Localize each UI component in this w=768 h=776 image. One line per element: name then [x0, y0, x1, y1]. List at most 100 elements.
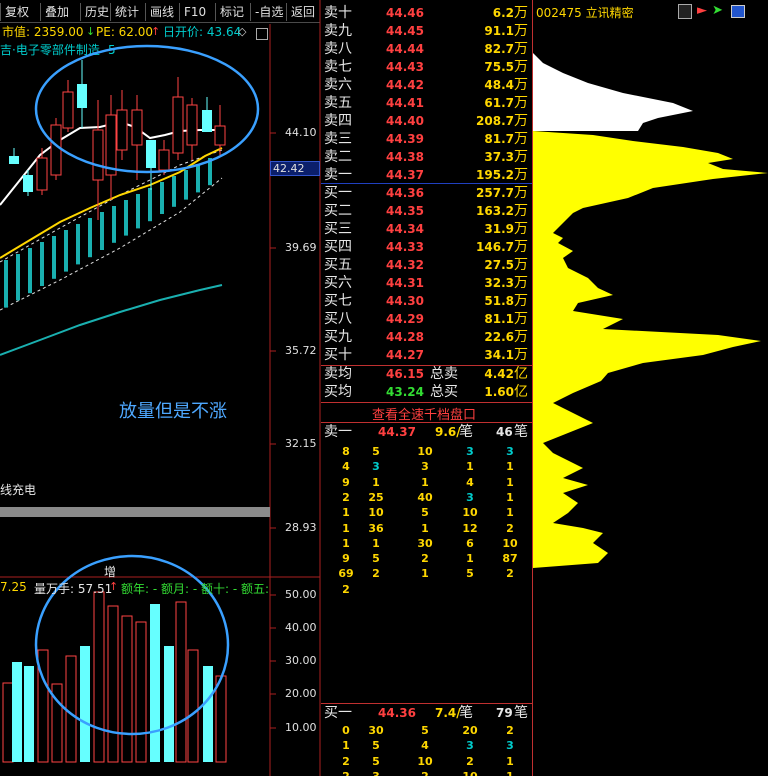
- orderbook-row[interactable]: 卖八 44.44 82.7万: [324, 40, 531, 58]
- level-price: 44.36: [386, 186, 424, 200]
- depth-profile: [533, 53, 768, 568]
- orderbook-row[interactable]: 买四 44.33 146.7万: [324, 238, 531, 256]
- orderbook-row[interactable]: 卖四 44.40 208.7万: [324, 112, 531, 130]
- queue-cell: 4: [466, 475, 474, 489]
- queue-cell: 2: [372, 567, 380, 581]
- orderbook-row[interactable]: 买一 44.36 257.7万: [324, 184, 531, 202]
- queue-cell: 1: [506, 475, 514, 489]
- orderbook-row[interactable]: 买三 44.34 31.9万: [324, 220, 531, 238]
- orderbook-row[interactable]: 卖一 44.37 195.2万: [324, 166, 531, 184]
- queue-cell: 69: [338, 567, 354, 581]
- orderbook-row[interactable]: 买六 44.31 32.3万: [324, 274, 531, 292]
- volume-bar: [24, 666, 34, 762]
- level-price: 44.30: [386, 294, 424, 308]
- level-volume: 34.1万: [484, 347, 528, 363]
- orderbook-row[interactable]: 卖九 44.45 91.1万: [324, 22, 531, 40]
- channel-hatch: [172, 176, 176, 207]
- queue-cell: 2: [506, 724, 514, 737]
- channel-hatch: [16, 254, 20, 301]
- note-icon[interactable]: [678, 4, 692, 19]
- flag-icon[interactable]: ►: [697, 3, 707, 18]
- queue-cell: 3: [361, 770, 391, 776]
- candle-body: [214, 125, 226, 146]
- level-label: 买八: [324, 311, 352, 327]
- level-volume: 257.7万: [476, 185, 528, 201]
- volume-bar: [203, 666, 213, 762]
- average-row: 卖均 46.15 总卖 4.42亿: [324, 366, 528, 382]
- volume-tick: 30.00: [285, 654, 317, 667]
- queue-cell: 1: [372, 536, 380, 550]
- level-detail-row: 买一 44.36 7.4/笔 79 笔: [324, 705, 528, 721]
- vol-up-arrow-icon: ↑: [109, 580, 119, 593]
- candle-body: [172, 96, 184, 154]
- kline-chart[interactable]: [0, 0, 322, 776]
- level-price: 44.38: [386, 150, 424, 164]
- orderbook-row[interactable]: 卖二 44.38 37.3万: [324, 148, 531, 166]
- full-depth-link[interactable]: 查看全速千档盘口: [372, 404, 476, 423]
- channel-hatch: [184, 170, 188, 200]
- orderbook-row[interactable]: 卖三 44.39 81.7万: [324, 130, 531, 148]
- level-volume: 208.7万: [476, 113, 528, 129]
- orderbook-row[interactable]: 买十 44.27 34.1万: [324, 346, 531, 364]
- level-price: 44.35: [386, 204, 424, 218]
- level-volume: 81.7万: [484, 131, 528, 147]
- queue-cell: 20: [462, 724, 478, 737]
- level-volume: 91.1万: [484, 23, 528, 39]
- channel-hatch: [160, 182, 164, 214]
- volume-bar: [121, 615, 133, 763]
- level-label: 卖五: [324, 95, 352, 111]
- arrow-icon[interactable]: ➤: [712, 3, 723, 18]
- volume-bar: [12, 662, 22, 762]
- queue-cell: 5: [421, 506, 429, 520]
- orderbook-row[interactable]: 买二 44.35 163.2万: [324, 202, 531, 220]
- queue-cell: 5: [372, 739, 380, 753]
- volume-tick: 10.00: [285, 721, 317, 734]
- orderbook-row[interactable]: 买五 44.32 27.5万: [324, 256, 531, 274]
- level-price: 44.34: [386, 222, 424, 236]
- orderbook-row[interactable]: 卖五 44.41 61.7万: [324, 94, 531, 112]
- level-price: 44.31: [386, 276, 424, 290]
- increase-tag: 增: [104, 565, 117, 579]
- level-volume: 61.7万: [484, 95, 528, 111]
- orderbook-row[interactable]: 卖七 44.43 75.5万: [324, 58, 531, 76]
- queue-cell: 10: [417, 754, 433, 768]
- screen-icon[interactable]: [731, 5, 745, 18]
- candle-body: [146, 140, 156, 168]
- queue-cell: 9: [342, 475, 350, 489]
- orderbook-row[interactable]: 买九 44.28 22.6万: [324, 328, 531, 346]
- queue-cell: 40: [417, 490, 433, 504]
- level-price: 44.39: [386, 132, 424, 146]
- channel-hatch: [88, 218, 92, 258]
- orderbook-row[interactable]: 买八 44.29 81.1万: [324, 310, 531, 328]
- level-volume: 163.2万: [476, 203, 528, 219]
- level-price: 44.41: [386, 96, 424, 110]
- queue-cell: 8: [342, 445, 350, 458]
- level-label: 卖九: [324, 23, 352, 39]
- orderbook-row[interactable]: 卖十 44.46 6.2万: [324, 4, 531, 22]
- level-label: 买五: [324, 257, 352, 273]
- level-volume: 22.6万: [484, 329, 528, 345]
- queue-cell: 2: [342, 582, 350, 596]
- queue-cell: 3: [466, 739, 474, 753]
- queue-cell: 3: [421, 460, 429, 474]
- queue-cell: 1: [342, 506, 350, 520]
- queue-cell: 5: [421, 724, 429, 737]
- candle-body: [92, 129, 104, 181]
- queue-cell: 4: [421, 739, 429, 753]
- level-volume: 51.8万: [484, 293, 528, 309]
- channel-hatch: [52, 236, 56, 279]
- orderbook-row[interactable]: 买七 44.30 51.8万: [324, 292, 531, 310]
- queue-cell: 1: [342, 536, 350, 550]
- level-price: 44.43: [386, 60, 424, 74]
- level-label: 买四: [324, 239, 352, 255]
- orderbook-row[interactable]: 卖六 44.42 48.4万: [324, 76, 531, 94]
- volume-bar: [187, 649, 199, 763]
- level-volume: 82.7万: [484, 41, 528, 57]
- volume-bar: [2, 682, 14, 763]
- price-tick: 28.93: [285, 521, 317, 534]
- queue-cell: 1: [506, 754, 514, 768]
- level-price: 44.44: [386, 42, 424, 56]
- level-price: 44.33: [386, 240, 424, 254]
- channel-hatch: [112, 206, 116, 243]
- level-label: 卖二: [324, 149, 352, 165]
